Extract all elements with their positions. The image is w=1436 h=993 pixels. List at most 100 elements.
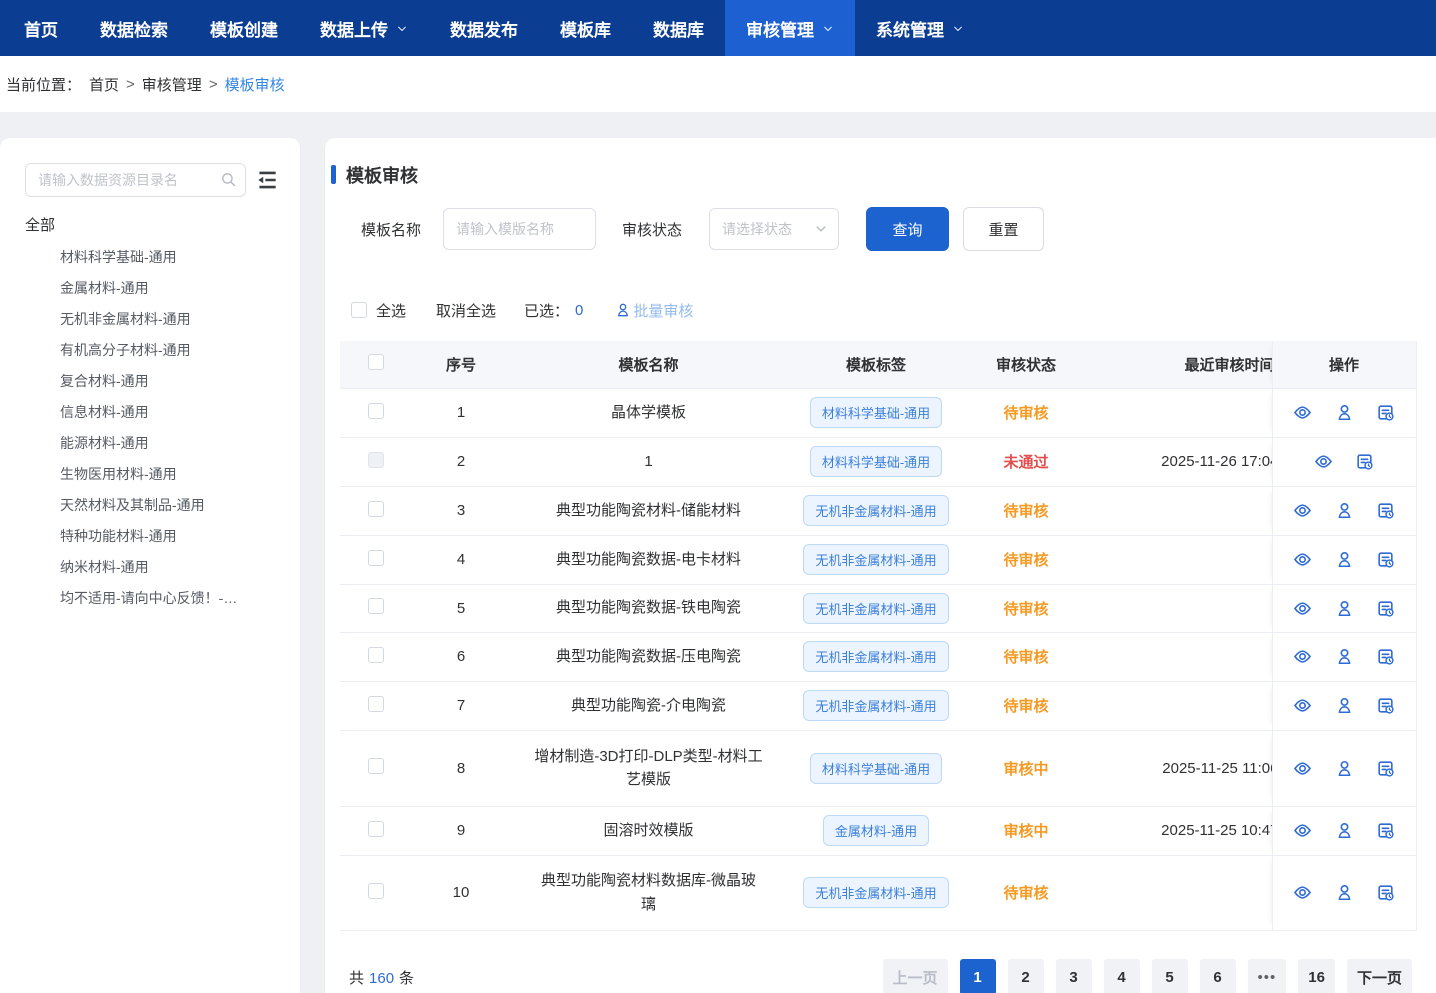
nav-item-system-management[interactable]: 系统管理 — [855, 0, 985, 56]
row-checkbox[interactable] — [368, 821, 384, 837]
review-record-icon[interactable] — [1376, 550, 1395, 569]
pagination-prev-button[interactable]: 上一页 — [883, 959, 948, 993]
row-checkbox[interactable] — [368, 758, 384, 774]
pagination-page-button[interactable]: 16 — [1298, 959, 1335, 993]
row-checkbox[interactable] — [368, 501, 384, 517]
view-icon[interactable] — [1293, 403, 1312, 422]
review-record-icon[interactable] — [1376, 647, 1395, 666]
tree-item[interactable]: 无机非金属材料-通用 — [60, 304, 237, 335]
tree-item[interactable]: 能源材料-通用 — [60, 428, 237, 459]
nav-item-review-management[interactable]: 审核管理 — [725, 0, 855, 56]
assign-reviewer-icon[interactable] — [1335, 550, 1354, 569]
header-checkbox[interactable] — [368, 354, 384, 370]
tree-item[interactable]: 复合材料-通用 — [60, 366, 237, 397]
breadcrumb-home[interactable]: 首页 — [89, 74, 119, 95]
row-num: 5 — [412, 584, 510, 632]
assign-reviewer-icon[interactable] — [1335, 403, 1354, 422]
review-record-icon[interactable] — [1376, 599, 1395, 618]
review-record-icon[interactable] — [1376, 883, 1395, 902]
template-tag: 材料科学基础-通用 — [810, 753, 942, 784]
review-status-select[interactable]: 请选择状态 — [709, 208, 839, 250]
nav-item-template-library[interactable]: 模板库 — [539, 0, 632, 56]
table-row: 1 晶体学模板 材料科学基础-通用 待审核 — [340, 388, 1416, 437]
nav-item-home[interactable]: 首页 — [3, 0, 79, 56]
row-checkbox[interactable] — [368, 696, 384, 712]
pagination-next-button[interactable]: 下一页 — [1347, 959, 1412, 993]
row-checkbox[interactable] — [368, 403, 384, 419]
view-icon[interactable] — [1293, 647, 1312, 666]
review-record-icon[interactable] — [1376, 821, 1395, 840]
nav-item-label: 系统管理 — [876, 16, 944, 41]
tree-item[interactable]: 均不适用-请向中心反馈！-… — [60, 583, 237, 614]
row-num: 8 — [412, 730, 510, 806]
catalog-search-input[interactable] — [25, 163, 246, 197]
nav-item-data-publish[interactable]: 数据发布 — [429, 0, 539, 56]
select-all-checkbox[interactable] — [351, 302, 367, 318]
assign-reviewer-icon[interactable] — [1335, 883, 1354, 902]
select-all-label[interactable]: 全选 — [376, 300, 406, 321]
review-record-icon[interactable] — [1376, 759, 1395, 778]
row-checkbox[interactable] — [368, 647, 384, 663]
tree-item[interactable]: 金属材料-通用 — [60, 273, 237, 304]
template-tag: 无机非金属材料-通用 — [803, 690, 948, 721]
chevron-down-icon — [952, 23, 964, 35]
nav-item-data-search[interactable]: 数据检索 — [79, 0, 189, 56]
pagination-page-button[interactable]: 4 — [1104, 959, 1140, 993]
row-checkbox[interactable] — [368, 550, 384, 566]
pagination-page-button[interactable]: 6 — [1200, 959, 1236, 993]
review-record-icon[interactable] — [1376, 403, 1395, 422]
view-icon[interactable] — [1293, 550, 1312, 569]
review-record-icon[interactable] — [1376, 696, 1395, 715]
pagination-page-button[interactable]: 3 — [1056, 959, 1092, 993]
table-row: 8 增材制造-3D打印-DLP类型-材料工艺模版 材料科学基础-通用 审核中 2… — [340, 730, 1416, 806]
row-checkbox[interactable] — [368, 883, 384, 899]
pagination-page-button[interactable]: 5 — [1152, 959, 1188, 993]
view-icon[interactable] — [1293, 696, 1312, 715]
tree-item[interactable]: 有机高分子材料-通用 — [60, 335, 237, 366]
pagination-page-button[interactable]: 2 — [1008, 959, 1044, 993]
nav-item-label: 数据检索 — [100, 16, 168, 41]
assign-reviewer-icon[interactable] — [1335, 647, 1354, 666]
nav-item-data-upload[interactable]: 数据上传 — [299, 0, 429, 56]
tree-item[interactable]: 信息材料-通用 — [60, 397, 237, 428]
view-icon[interactable] — [1293, 501, 1312, 520]
row-num: 3 — [412, 486, 510, 535]
review-time: 2025-11-26 17:04 — [1161, 453, 1272, 470]
view-icon[interactable] — [1293, 599, 1312, 618]
nav-item-database[interactable]: 数据库 — [632, 0, 725, 56]
tree-item[interactable]: 天然材料及其制品-通用 — [60, 490, 237, 521]
row-template-name: 典型功能陶瓷-介电陶瓷 — [510, 681, 787, 730]
nav-item-template-create[interactable]: 模板创建 — [189, 0, 299, 56]
view-icon[interactable] — [1293, 883, 1312, 902]
pagination-page-button[interactable]: 1 — [960, 959, 996, 993]
assign-reviewer-icon[interactable] — [1335, 599, 1354, 618]
collapse-icon — [254, 167, 280, 193]
view-icon[interactable] — [1293, 821, 1312, 840]
template-name-input[interactable] — [443, 208, 596, 250]
tree-item[interactable]: 材料科学基础-通用 — [60, 242, 237, 273]
breadcrumb-review-management[interactable]: 审核管理 — [142, 74, 202, 95]
view-icon[interactable] — [1314, 452, 1333, 471]
review-record-icon[interactable] — [1376, 501, 1395, 520]
pagination: 上一页 1 2 3 4 5 6 ••• 16 下一页 — [883, 959, 1412, 993]
tree-item[interactable]: 特种功能材料-通用 — [60, 521, 237, 552]
tree-item[interactable]: 生物医用材料-通用 — [60, 459, 237, 490]
review-record-icon[interactable] — [1355, 452, 1374, 471]
reset-button[interactable]: 重置 — [963, 207, 1044, 251]
row-checkbox[interactable] — [368, 598, 384, 614]
template-tag: 材料科学基础-通用 — [810, 397, 942, 428]
pagination-ellipsis-button[interactable]: ••• — [1248, 959, 1287, 993]
tree-root-all[interactable]: 全部 — [25, 214, 55, 235]
search-button[interactable]: 查询 — [866, 207, 949, 251]
view-icon[interactable] — [1293, 759, 1312, 778]
batch-review-button[interactable]: 批量审核 — [615, 300, 693, 321]
deselect-all-label[interactable]: 取消全选 — [436, 300, 496, 321]
tree-collapse-button[interactable] — [252, 165, 282, 195]
assign-reviewer-icon[interactable] — [1335, 696, 1354, 715]
tree-item[interactable]: 纳米材料-通用 — [60, 552, 237, 583]
row-template-name: 典型功能陶瓷材料-储能材料 — [510, 486, 787, 535]
assign-reviewer-icon[interactable] — [1335, 501, 1354, 520]
assign-reviewer-icon[interactable] — [1335, 821, 1354, 840]
header-template-name: 模板名称 — [510, 341, 787, 388]
assign-reviewer-icon[interactable] — [1335, 759, 1354, 778]
